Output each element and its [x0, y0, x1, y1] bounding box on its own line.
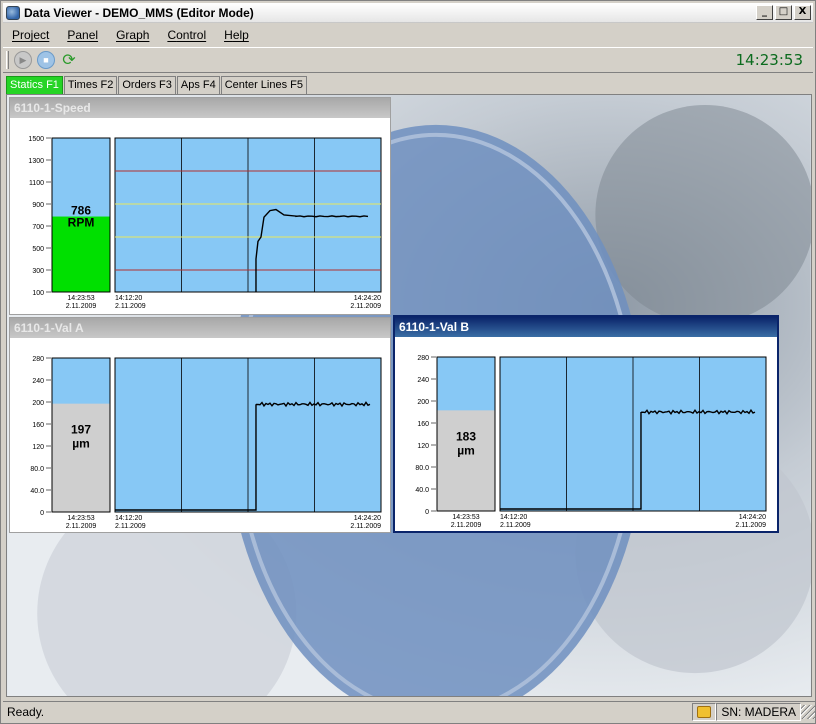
close-button[interactable]: X [794, 5, 811, 20]
minimize-button[interactable]: _ [756, 5, 773, 20]
tab-strip: Statics F1 Times F2 Orders F3 Aps F4 Cen… [6, 76, 308, 94]
play-icon[interactable]: ▶ [14, 51, 32, 69]
y-tick-label: 40.0 [415, 487, 429, 494]
y-tick-label: 0 [40, 510, 44, 517]
lock-icon [697, 705, 712, 718]
status-bar: Ready. SN: MADERA [3, 701, 815, 721]
current-time: 14:23:53 [67, 515, 94, 522]
y-tick-label: 120 [417, 443, 429, 450]
start-time: 14:12:20 [500, 514, 527, 521]
y-tick-label: 0 [425, 509, 429, 516]
y-tick-label: 1100 [29, 180, 44, 187]
current-unit: RPM [68, 216, 95, 230]
start-time: 14:12:20 [115, 515, 142, 522]
val-b-chart: 28024020016012080.040.00183µm14:23:532.1… [415, 355, 767, 529]
lock-status[interactable] [692, 702, 717, 721]
title-bar[interactable]: Data Viewer - DEMO_MMS (Editor Mode) _ □… [3, 3, 813, 23]
panel-title: 6110-1-Speed [10, 98, 390, 118]
start-date: 2.11.2009 [500, 522, 531, 529]
end-date: 2.11.2009 [735, 522, 766, 529]
y-tick-label: 280 [32, 356, 44, 363]
serial-number: SN: MADERA [716, 702, 801, 721]
end-time: 14:24:20 [354, 295, 381, 302]
y-tick-label: 300 [32, 268, 44, 275]
y-tick-label: 200 [32, 400, 44, 407]
y-tick-label: 160 [417, 421, 429, 428]
tab-statics[interactable]: Statics F1 [6, 76, 63, 94]
panel-title: 6110-1-Val B [395, 317, 777, 337]
start-date: 2.11.2009 [115, 523, 146, 530]
y-tick-label: 100 [32, 290, 44, 297]
speed-chart: 150013001100900700500300100786RPM14:23:5… [28, 136, 382, 310]
end-time: 14:24:20 [739, 514, 766, 521]
maximize-button[interactable]: □ [775, 5, 792, 20]
panel-speed[interactable]: 6110-1-Speed 1500 1300 1100 900 700 500 300 100… [9, 97, 391, 315]
menu-control[interactable]: Control [158, 28, 215, 42]
y-tick-label: 160 [32, 422, 44, 429]
y-tick-label: 200 [417, 399, 429, 406]
menu-panel[interactable]: Panel [58, 28, 107, 42]
current-value-bar [437, 410, 495, 511]
current-value: 197 [71, 423, 91, 437]
clock-display: 14:23:53 [735, 51, 803, 69]
y-tick-label: 80.0 [415, 465, 429, 472]
y-tick-label: 900 [32, 202, 44, 209]
refresh-icon[interactable]: ⟳ [60, 51, 78, 69]
y-tick-label: 700 [32, 224, 44, 231]
y-tick-label: 40.0 [30, 488, 44, 495]
y-tick-label: 240 [417, 377, 429, 384]
val-a-chart: 28024020016012080.040.00197µm14:23:532.1… [30, 356, 382, 530]
current-date: 2.11.2009 [451, 522, 482, 529]
status-text: Ready. [7, 704, 45, 719]
workspace: 6110-1-Speed 1500 1300 1100 900 700 500 300 100… [6, 94, 812, 697]
current-unit: µm [72, 437, 90, 451]
y-tick-label: 500 [32, 246, 44, 253]
menu-project[interactable]: Project [3, 28, 58, 42]
tab-orders[interactable]: Orders F3 [118, 76, 176, 94]
current-unit: µm [457, 443, 475, 457]
start-date: 2.11.2009 [115, 303, 146, 310]
tab-aps[interactable]: Aps F4 [176, 76, 220, 94]
y-tick-label: 80.0 [30, 466, 44, 473]
menu-help[interactable]: Help [215, 28, 258, 42]
end-date: 2.11.2009 [350, 523, 381, 530]
menu-graph[interactable]: Graph [107, 28, 158, 42]
current-time: 14:23:53 [452, 514, 479, 521]
end-date: 2.11.2009 [350, 303, 381, 310]
panel-val-a[interactable]: 6110-1-Val A 280 240 200 160 120 80.0 40.0 0 197… [9, 317, 391, 533]
resize-grip[interactable] [801, 704, 815, 719]
menu-bar: Project Panel Graph Control Help [3, 25, 813, 45]
end-time: 14:24:20 [354, 515, 381, 522]
panel-title: 6110-1-Val A [10, 318, 390, 338]
toolbar-grip[interactable] [6, 51, 9, 69]
y-tick-label: 280 [417, 355, 429, 362]
y-tick-label: 1500 [28, 136, 44, 143]
y-tick-label: 240 [32, 378, 44, 385]
panel-val-b[interactable]: 6110-1-Val B 280 240 200 160 120 80.0 40.0 0 183… [393, 315, 779, 533]
stop-icon[interactable]: ■ [37, 51, 55, 69]
tab-center-lines[interactable]: Center Lines F5 [220, 76, 307, 94]
current-value-bar [52, 403, 110, 512]
start-time: 14:12:20 [115, 295, 142, 302]
app-icon [6, 5, 20, 20]
tab-times[interactable]: Times F2 [63, 76, 118, 94]
window-title: Data Viewer - DEMO_MMS (Editor Mode) [24, 5, 254, 20]
current-date: 2.11.2009 [66, 303, 97, 310]
y-tick-label: 1300 [28, 158, 44, 165]
current-value: 183 [456, 429, 476, 443]
y-tick-label: 120 [32, 444, 44, 451]
current-date: 2.11.2009 [66, 523, 97, 530]
main-window: Data Viewer - DEMO_MMS (Editor Mode) _ □… [0, 0, 816, 724]
toolbar: ▶ ■ ⟳ 14:23:53 [3, 47, 813, 73]
current-time: 14:23:53 [67, 295, 94, 302]
